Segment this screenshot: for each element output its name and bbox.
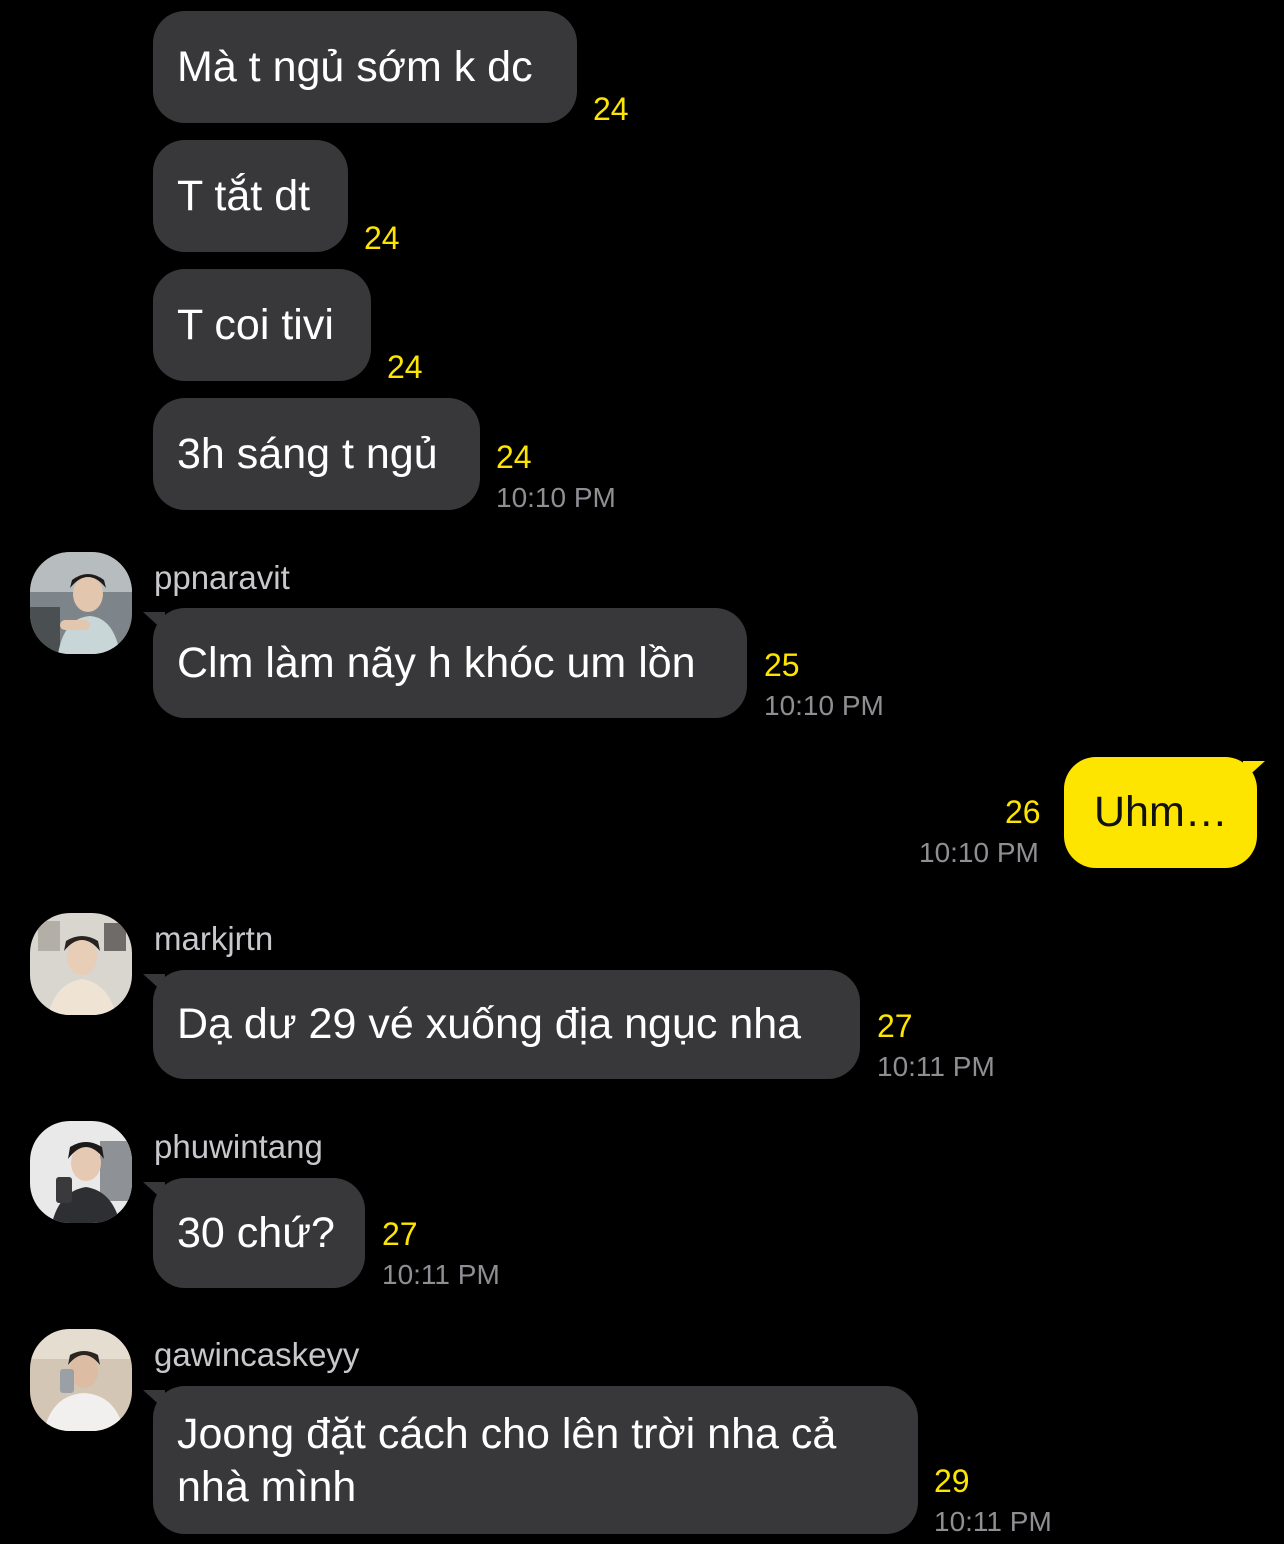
message-timestamp: 10:11 PM [877,1051,995,1082]
message-bubble[interactable]: 3h sáng t ngủ [153,398,480,510]
sender-name[interactable]: gawincaskeyy [154,1336,359,1374]
message-bubble[interactable]: Joong đặt cách cho lên trời nha cả nhà m… [153,1386,918,1534]
unread-count: 24 [387,349,423,385]
unread-count: 24 [364,220,400,256]
message-text: 30 chứ? [177,1208,335,1257]
avatar[interactable] [30,552,132,654]
unread-count: 25 [764,647,800,683]
unread-count: 27 [877,1008,913,1044]
message-bubble[interactable]: Mà t ngủ sớm k dc [153,11,577,123]
message-timestamp: 10:10 PM [496,482,616,513]
message-bubble[interactable]: T coi tivi [153,269,371,381]
message-text: Clm làm nãy h khóc um lồn [177,638,696,687]
avatar[interactable] [30,913,132,1015]
message-bubble[interactable]: Dạ dư 29 vé xuống địa ngục nha [153,970,860,1079]
message-text: Mà t ngủ sớm k dc [177,42,533,91]
unread-count: 24 [593,91,629,127]
message-bubble[interactable]: 30 chứ? [153,1178,365,1288]
read-count: 26 [1005,794,1041,830]
message-timestamp: 10:10 PM [764,690,884,721]
message-text: T tắt dt [177,171,311,220]
message-bubble[interactable]: Clm làm nãy h khóc um lồn [153,608,747,718]
message-text: Uhm… [1094,788,1228,836]
message-text: Dạ dư 29 vé xuống địa ngục nha [177,1000,802,1048]
message-timestamp: 10:10 PM [919,837,1039,868]
avatar[interactable] [30,1329,132,1431]
message-text: Joong đặt cách cho lên trời nha cả nhà m… [177,1410,837,1511]
avatar[interactable] [30,1121,132,1223]
avatar-gawincaskeyy-icon [30,1329,132,1431]
sender-name[interactable]: markjrtn [154,920,273,958]
unread-count: 24 [496,439,532,475]
sender-name[interactable]: ppnaravit [154,559,290,597]
avatar-ppnaravit-icon [30,552,132,654]
message-text: T coi tivi [177,300,334,349]
chat-message-list[interactable]: Mà t ngủ sớm k dc 24 T tắt dt 24 T coi t… [0,0,1284,1544]
message-timestamp: 10:11 PM [934,1506,1052,1537]
avatar-phuwintang-icon [30,1121,132,1223]
sender-name[interactable]: phuwintang [154,1128,323,1166]
unread-count: 29 [934,1463,970,1499]
message-text: 3h sáng t ngủ [177,429,438,478]
my-message-bubble[interactable]: Uhm… [1064,757,1257,868]
message-bubble[interactable]: T tắt dt [153,140,348,252]
unread-count: 27 [382,1216,418,1252]
avatar-markjrtn-icon [30,913,132,1015]
message-timestamp: 10:11 PM [382,1259,500,1290]
